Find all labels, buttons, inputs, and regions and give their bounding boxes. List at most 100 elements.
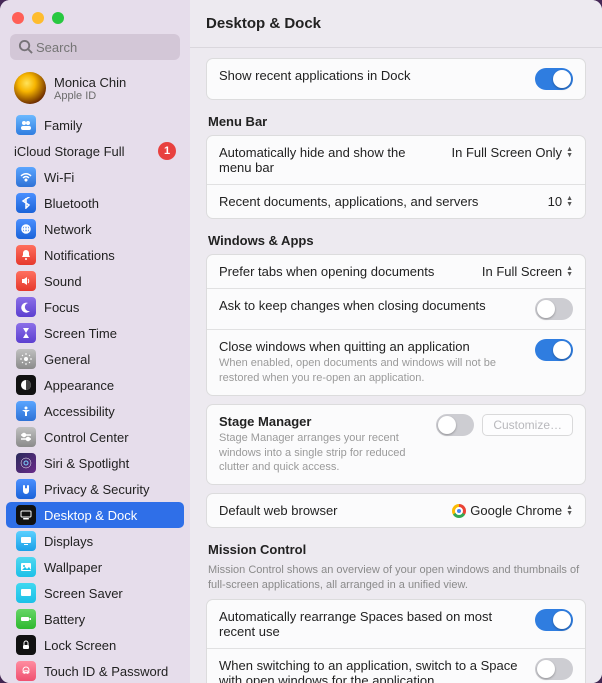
autohide-menubar-label: Automatically hide and show the menu bar xyxy=(219,145,442,175)
wallpaper-icon xyxy=(16,557,36,577)
auto-rearrange-toggle[interactable] xyxy=(535,609,573,631)
hourglass-icon xyxy=(16,323,36,343)
main-panel: Desktop & Dock Show recent applications … xyxy=(190,0,602,683)
sidebar: Monica Chin Apple ID Family iCloud Stora… xyxy=(0,0,190,683)
icloud-storage-row[interactable]: iCloud Storage Full 1 xyxy=(0,138,190,164)
sidebar-item-label: Sound xyxy=(44,274,82,289)
sidebar-item-label: General xyxy=(44,352,90,367)
mission-control-block: Automatically rearrange Spaces based on … xyxy=(206,599,586,683)
fingerprint-icon xyxy=(16,661,36,681)
network-icon xyxy=(16,219,36,239)
ask-keep-label: Ask to keep changes when closing documen… xyxy=(219,298,525,313)
autohide-menubar-popup[interactable]: In Full Screen Only ▲▼ xyxy=(452,145,573,160)
ask-keep-toggle[interactable] xyxy=(535,298,573,320)
sidebar-item-label: Focus xyxy=(44,300,79,315)
customize-button[interactable]: Customize… xyxy=(482,414,573,436)
moon-icon xyxy=(16,297,36,317)
battery-icon xyxy=(16,609,36,629)
sidebar-item-screentime[interactable]: Screen Time xyxy=(6,320,184,346)
popup-value: In Full Screen xyxy=(482,264,562,279)
sidebar-item-label: Lock Screen xyxy=(44,638,116,653)
header: Desktop & Dock xyxy=(190,0,602,48)
sidebar-item-notifications[interactable]: Notifications xyxy=(6,242,184,268)
user-sub: Apple ID xyxy=(54,90,126,102)
accessibility-icon xyxy=(16,401,36,421)
menubar-block: Automatically hide and show the menu bar… xyxy=(206,135,586,219)
windows-apps-block: Prefer tabs when opening documents In Fu… xyxy=(206,254,586,396)
sidebar-item-touchid[interactable]: Touch ID & Password xyxy=(6,658,184,683)
sidebar-item-label: Battery xyxy=(44,612,85,627)
zoom-window-button[interactable] xyxy=(52,12,64,24)
sidebar-item-family[interactable]: Family xyxy=(6,112,184,138)
chevron-updown-icon: ▲▼ xyxy=(566,505,573,517)
sidebar-item-accessibility[interactable]: Accessibility xyxy=(6,398,184,424)
prefer-tabs-label: Prefer tabs when opening documents xyxy=(219,264,472,279)
sidebar-item-label: Siri & Spotlight xyxy=(44,456,129,471)
prefer-tabs-popup[interactable]: In Full Screen ▲▼ xyxy=(482,264,573,279)
sidebar-item-screensaver[interactable]: Screen Saver xyxy=(6,580,184,606)
sidebar-item-sound[interactable]: Sound xyxy=(6,268,184,294)
siri-icon xyxy=(16,453,36,473)
speaker-icon xyxy=(16,271,36,291)
sidebar-item-label: Appearance xyxy=(44,378,114,393)
sidebar-item-label: Family xyxy=(44,118,82,133)
default-browser-popup[interactable]: Google Chrome ▲▼ xyxy=(452,503,573,518)
sidebar-item-wifi[interactable]: Wi-Fi xyxy=(6,164,184,190)
sidebar-item-label: Network xyxy=(44,222,92,237)
sidebar-item-label: Displays xyxy=(44,534,93,549)
sidebar-item-battery[interactable]: Battery xyxy=(6,606,184,632)
display-icon xyxy=(16,531,36,551)
sidebar-item-control-center[interactable]: Control Center xyxy=(6,424,184,450)
gear-icon xyxy=(16,349,36,369)
sidebar-item-privacy[interactable]: Privacy & Security xyxy=(6,476,184,502)
family-icon xyxy=(16,115,36,135)
close-windows-toggle[interactable] xyxy=(535,339,573,361)
minimize-window-button[interactable] xyxy=(32,12,44,24)
sidebar-item-label: Wallpaper xyxy=(44,560,102,575)
stage-manager-title: Stage Manager xyxy=(219,414,426,429)
apple-id-row[interactable]: Monica Chin Apple ID xyxy=(0,68,190,112)
search-input[interactable] xyxy=(10,34,180,60)
stage-manager-block: Stage Manager Stage Manager arranges you… xyxy=(206,404,586,486)
close-windows-label: Close windows when quitting an applicati… xyxy=(219,339,525,354)
storage-label: iCloud Storage Full xyxy=(14,144,125,159)
switch-space-toggle[interactable] xyxy=(535,658,573,680)
sidebar-item-label: Notifications xyxy=(44,248,115,263)
sidebar-item-label: Wi-Fi xyxy=(44,170,74,185)
stage-manager-toggle[interactable] xyxy=(436,414,474,436)
sidebar-item-siri[interactable]: Siri & Spotlight xyxy=(6,450,184,476)
system-settings-window: Monica Chin Apple ID Family iCloud Stora… xyxy=(0,0,602,683)
sidebar-item-label: Control Center xyxy=(44,430,129,445)
switch-space-label: When switching to an application, switch… xyxy=(219,658,525,683)
sidebar-item-general[interactable]: General xyxy=(6,346,184,372)
sidebar-item-focus[interactable]: Focus xyxy=(6,294,184,320)
recent-apps-toggle[interactable] xyxy=(535,68,573,90)
sidebar-item-lockscreen[interactable]: Lock Screen xyxy=(6,632,184,658)
default-browser-label: Default web browser xyxy=(219,503,442,518)
wifi-icon xyxy=(16,167,36,187)
chevron-updown-icon: ▲▼ xyxy=(566,196,573,208)
popup-value: In Full Screen Only xyxy=(452,145,563,160)
recent-docs-popup[interactable]: 10 ▲▼ xyxy=(548,194,573,209)
screensaver-icon xyxy=(16,583,36,603)
sidebar-item-bluetooth[interactable]: Bluetooth xyxy=(6,190,184,216)
mission-control-desc: Mission Control shows an overview of you… xyxy=(208,563,584,593)
chevron-updown-icon: ▲▼ xyxy=(566,147,573,159)
sliders-icon xyxy=(16,427,36,447)
sidebar-item-label: Screen Time xyxy=(44,326,117,341)
browser-block: Default web browser Google Chrome ▲▼ xyxy=(206,493,586,528)
dock-block: Show recent applications in Dock xyxy=(206,58,586,100)
close-window-button[interactable] xyxy=(12,12,24,24)
user-name: Monica Chin xyxy=(54,75,126,90)
sidebar-item-displays[interactable]: Displays xyxy=(6,528,184,554)
sidebar-item-wallpaper[interactable]: Wallpaper xyxy=(6,554,184,580)
sidebar-item-network[interactable]: Network xyxy=(6,216,184,242)
bell-icon xyxy=(16,245,36,265)
sidebar-item-appearance[interactable]: Appearance xyxy=(6,372,184,398)
stage-manager-sub: Stage Manager arranges your recent windo… xyxy=(219,431,426,476)
appearance-icon xyxy=(16,375,36,395)
sidebar-item-label: Bluetooth xyxy=(44,196,99,211)
sidebar-item-label: Touch ID & Password xyxy=(44,664,168,679)
mission-control-title: Mission Control xyxy=(208,542,584,557)
sidebar-item-desktop-dock[interactable]: Desktop & Dock xyxy=(6,502,184,528)
